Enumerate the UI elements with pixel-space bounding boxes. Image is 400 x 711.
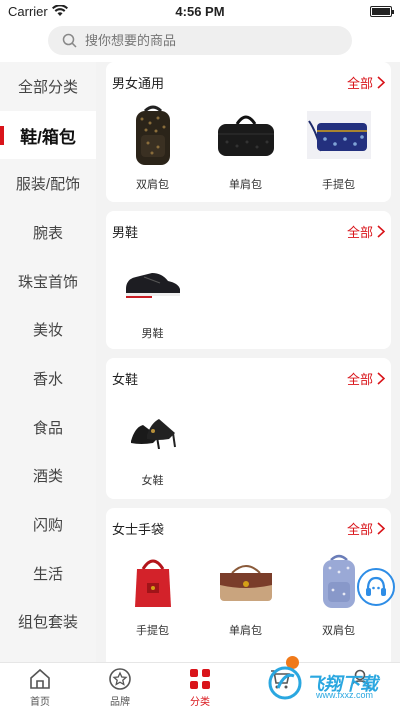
search-icon — [62, 33, 77, 48]
product-item[interactable]: 单肩包 — [199, 102, 292, 192]
bucket-bag-icon — [118, 548, 188, 614]
tab-brands[interactable]: 品牌 — [80, 663, 160, 711]
product-label: 单肩包 — [229, 625, 262, 637]
product-label: 双肩包 — [136, 179, 169, 191]
heels-icon — [118, 398, 188, 464]
tab-label: 首页 — [30, 697, 50, 708]
section-card: 男鞋 全部 男鞋 — [106, 211, 391, 349]
product-label: 女鞋 — [141, 475, 164, 487]
sidebar-item-label: 腕表 — [32, 224, 63, 242]
chevron-right-icon — [377, 75, 385, 89]
tab-home[interactable]: 首页 — [0, 663, 80, 711]
watermark-logo-icon — [268, 666, 302, 700]
chevron-right-icon — [377, 224, 385, 238]
sidebar-item-food[interactable]: 食品 — [0, 403, 96, 452]
section-title: 女士手袋 — [112, 521, 165, 537]
tab-label: 分类 — [190, 697, 210, 708]
customer-service-button[interactable] — [357, 568, 395, 606]
sidebar-item-beauty[interactable]: 美妆 — [0, 305, 96, 354]
sidebar-item-label: 组包套装 — [17, 614, 78, 632]
search-input[interactable] — [85, 33, 315, 48]
star-icon — [108, 667, 132, 691]
home-icon — [28, 667, 52, 691]
sidebar-item-flash-sale[interactable]: 闪购 — [0, 500, 96, 549]
view-all-link[interactable]: 全部 — [347, 369, 385, 388]
sidebar-item-label: 酒类 — [32, 468, 63, 486]
product-item[interactable]: 女鞋 — [106, 398, 199, 488]
watermark-url: www.fxxz.com — [316, 690, 374, 700]
battery-icon — [370, 5, 394, 17]
view-all-label: 全部 — [346, 75, 373, 91]
view-all-label: 全部 — [346, 371, 373, 387]
sidebar-item-wine[interactable]: 酒类 — [0, 452, 96, 501]
backpack-icon — [118, 102, 188, 168]
sidebar-item-label: 服装/配饰 — [15, 176, 81, 194]
sidebar-item-label: 食品 — [32, 419, 63, 437]
view-all-label: 全部 — [346, 521, 373, 537]
sidebar-item-label: 珠宝首饰 — [17, 273, 78, 291]
view-all-link[interactable]: 全部 — [347, 222, 385, 241]
section-title: 男女通用 — [112, 75, 165, 91]
section-card: 女鞋 全部 女鞋 — [106, 358, 391, 499]
view-all-link[interactable]: 全部 — [347, 519, 385, 538]
sidebar-item-label: 鞋/箱包 — [20, 127, 76, 147]
sidebar-item-label: 香水 — [32, 370, 63, 388]
tab-category[interactable]: 分类 — [160, 663, 240, 711]
product-label: 单肩包 — [229, 179, 262, 191]
category-content[interactable]: 男女通用 全部 双肩包 单肩包 手提包 男鞋 全部 男鞋 女鞋 全部 女鞋 女士… — [96, 62, 400, 662]
view-all-link[interactable]: 全部 — [347, 73, 385, 92]
product-label: 双肩包 — [322, 625, 355, 637]
chevron-right-icon — [377, 521, 385, 535]
tab-label: 品牌 — [110, 697, 130, 708]
sidebar-item-perfume[interactable]: 香水 — [0, 354, 96, 403]
sidebar-item-shoes-bags[interactable]: 鞋/箱包 — [0, 110, 96, 160]
product-label: 手提包 — [136, 625, 169, 637]
section-title: 男鞋 — [112, 224, 139, 240]
product-item[interactable]: 男鞋 — [106, 251, 199, 341]
section-title: 女鞋 — [112, 371, 139, 387]
sneaker-icon — [118, 251, 188, 317]
view-all-label: 全部 — [346, 224, 373, 240]
sidebar-item-life[interactable]: 生活 — [0, 549, 96, 598]
clutch-icon — [304, 102, 374, 168]
product-item[interactable]: 双肩包 — [106, 102, 199, 192]
headset-icon — [366, 576, 386, 596]
product-label: 男鞋 — [141, 328, 164, 340]
product-item[interactable]: 手提包 — [292, 102, 385, 192]
product-item[interactable]: 手提包 — [106, 548, 199, 638]
chevron-right-icon — [377, 371, 385, 385]
clock: 4:56 PM — [175, 3, 225, 19]
section-card: 女士手袋 全部 手提包 单肩包 双肩包 — [106, 508, 391, 662]
product-item[interactable]: 单肩包 — [199, 548, 292, 638]
sidebar-item-all[interactable]: 全部分类 — [0, 62, 96, 111]
sidebar-item-jewelry[interactable]: 珠宝首饰 — [0, 257, 96, 306]
category-sidebar: 全部分类 鞋/箱包 服装/配饰 腕表 珠宝首饰 美妆 香水 食品 酒类 闪购 生… — [0, 62, 96, 662]
watermark: 飞翔下载 www.fxxz.com — [268, 666, 378, 700]
product-label: 手提包 — [322, 179, 355, 191]
section-card: 男女通用 全部 双肩包 单肩包 手提包 — [106, 62, 391, 202]
shoulder-bag-icon — [211, 548, 281, 614]
category-icon — [188, 667, 212, 691]
duffel-bag-icon — [211, 102, 281, 168]
sidebar-item-label: 美妆 — [32, 322, 63, 340]
sidebar-item-watches[interactable]: 腕表 — [0, 208, 96, 257]
sidebar-item-bundles[interactable]: 组包套装 — [0, 598, 96, 647]
status-bar: Carrier 4:56 PM — [0, 0, 400, 22]
sidebar-item-label: 闪购 — [32, 517, 63, 535]
sidebar-item-label: 生活 — [32, 565, 63, 583]
search-bar[interactable] — [48, 26, 352, 55]
sidebar-item-apparel[interactable]: 服装/配饰 — [0, 159, 96, 208]
sidebar-item-label: 全部分类 — [17, 78, 78, 96]
